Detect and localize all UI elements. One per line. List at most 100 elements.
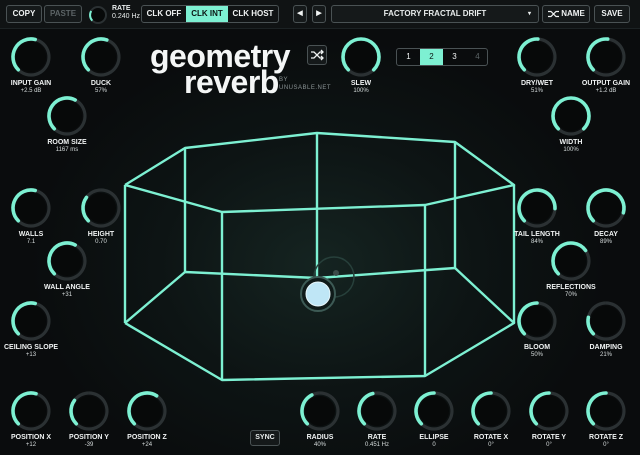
width-knob[interactable]: WIDTH 100% bbox=[541, 93, 601, 155]
input-gain-dial[interactable] bbox=[8, 34, 54, 80]
wall-angle-label: WALL ANGLE bbox=[44, 284, 90, 291]
rotate-z-dial[interactable] bbox=[583, 388, 629, 434]
rotate-z-knob[interactable]: ROTATE Z 0° bbox=[576, 388, 636, 450]
dry-wet-dial[interactable] bbox=[514, 34, 560, 80]
dry-wet-knob[interactable]: DRY/WET 51% bbox=[507, 34, 567, 96]
width-label: WIDTH bbox=[559, 139, 583, 146]
random-name-button[interactable]: NAME bbox=[542, 5, 590, 23]
knob-body bbox=[132, 396, 162, 426]
lfo-rate-label: RATE bbox=[112, 5, 131, 12]
knob-body bbox=[522, 42, 552, 72]
slew-knob[interactable]: SLEW 100% bbox=[331, 34, 391, 96]
knob-body bbox=[346, 42, 376, 72]
slew-dial[interactable] bbox=[338, 34, 384, 80]
width-value: 100% bbox=[563, 147, 579, 153]
preset-selector[interactable]: FACTORY FRACTAL DRIFT ▾ bbox=[331, 5, 539, 23]
position-z-knob[interactable]: POSITION Z +24 bbox=[117, 388, 177, 450]
damping-value: 21% bbox=[599, 352, 612, 358]
bloom-dial[interactable] bbox=[514, 298, 560, 344]
copy-button[interactable]: COPY bbox=[6, 5, 42, 23]
randomize-button[interactable] bbox=[307, 45, 327, 65]
duck-dial[interactable] bbox=[78, 34, 124, 80]
room-wireframe bbox=[123, 131, 516, 382]
output-gain-dial[interactable] bbox=[583, 34, 629, 80]
preset-name: FACTORY FRACTAL DRIFT bbox=[383, 9, 487, 18]
tab-1[interactable]: 1 bbox=[397, 49, 420, 65]
height-dial[interactable] bbox=[78, 185, 124, 231]
ceiling-slope-value: +13 bbox=[25, 352, 37, 358]
radius-dial[interactable] bbox=[297, 388, 343, 434]
reflections-dial[interactable] bbox=[548, 238, 594, 284]
position-x-dial[interactable] bbox=[8, 388, 54, 434]
room-size-dial[interactable] bbox=[44, 93, 90, 139]
knob-body bbox=[52, 246, 82, 276]
room-size-label: ROOM SIZE bbox=[47, 139, 87, 146]
input-gain-knob[interactable]: INPUT GAIN +2.5 dB bbox=[1, 34, 61, 96]
damping-dial[interactable] bbox=[583, 298, 629, 344]
knob-body bbox=[16, 42, 46, 72]
sync-button[interactable]: SYNC bbox=[250, 430, 280, 446]
width-dial[interactable] bbox=[548, 93, 594, 139]
ceiling-slope-label: CEILING SLOPE bbox=[3, 344, 59, 351]
ceiling-slope-dial[interactable] bbox=[8, 298, 54, 344]
ceiling-slope-knob[interactable]: CEILING SLOPE +13 bbox=[1, 298, 61, 360]
triangle-right-icon: ▶ bbox=[316, 10, 322, 17]
shuffle-icon bbox=[548, 10, 559, 18]
knob-body bbox=[16, 396, 46, 426]
knob-body bbox=[591, 193, 621, 223]
position-y-dial[interactable] bbox=[66, 388, 112, 434]
lfo-rate-knob[interactable] bbox=[88, 5, 108, 25]
position-z-value: +24 bbox=[141, 442, 153, 448]
chevron-down-icon: ▾ bbox=[527, 11, 531, 17]
bloom-knob[interactable]: BLOOM 50% bbox=[507, 298, 567, 360]
slew-label: SLEW bbox=[350, 80, 372, 87]
save-button[interactable]: SAVE bbox=[594, 5, 630, 23]
knob-body bbox=[86, 42, 116, 72]
knob-body bbox=[305, 396, 335, 426]
room-size-knob[interactable]: ROOM SIZE 1167 ms bbox=[37, 93, 97, 155]
knob-body bbox=[591, 306, 621, 336]
knob-body bbox=[591, 396, 621, 426]
lfo-rate-value: 0.240 Hz bbox=[112, 13, 141, 20]
decay-dial[interactable] bbox=[583, 185, 629, 231]
reflections-label: REFLECTIONS bbox=[546, 284, 596, 291]
dry-wet-label: DRY/WET bbox=[520, 80, 554, 87]
sound-source-handle[interactable] bbox=[305, 281, 331, 307]
knob-body bbox=[556, 246, 586, 276]
walls-dial[interactable] bbox=[8, 185, 54, 231]
room-size-value: 1167 ms bbox=[55, 147, 79, 153]
tab-2[interactable]: 2 bbox=[420, 49, 443, 65]
wall-angle-dial[interactable] bbox=[44, 238, 90, 284]
position-z-dial[interactable] bbox=[124, 388, 170, 434]
clock-off-button[interactable]: CLK OFF bbox=[142, 6, 186, 22]
rotate-z-value: 0° bbox=[603, 442, 609, 448]
reflections-knob[interactable]: REFLECTIONS 70% bbox=[541, 238, 601, 300]
tab-4[interactable]: 4 bbox=[466, 49, 487, 65]
next-preset-button[interactable]: ▶ bbox=[312, 5, 326, 23]
knob-body bbox=[16, 306, 46, 336]
output-gain-label: OUTPUT GAIN bbox=[581, 80, 631, 87]
wall-angle-knob[interactable]: WALL ANGLE +31 bbox=[37, 238, 97, 300]
top-toolbar: COPY PASTE RATE 0.240 Hz CLK OFF CLK INT… bbox=[0, 0, 640, 29]
knob-body bbox=[86, 193, 116, 223]
clock-internal-button[interactable]: CLK INT bbox=[186, 6, 228, 22]
rate-dial[interactable] bbox=[354, 388, 400, 434]
paste-button[interactable]: PASTE bbox=[44, 5, 82, 23]
lfo-rate-readout: RATE 0.240 Hz bbox=[112, 5, 140, 21]
damping-knob[interactable]: DAMPING 21% bbox=[576, 298, 636, 360]
random-icon bbox=[311, 49, 324, 61]
output-gain-knob[interactable]: OUTPUT GAIN +1.2 dB bbox=[576, 34, 636, 96]
knob-body bbox=[534, 396, 564, 426]
clock-host-button[interactable]: CLK HOST bbox=[228, 6, 278, 22]
rotate-y-dial[interactable] bbox=[526, 388, 572, 434]
duck-knob[interactable]: DUCK 57% bbox=[71, 34, 131, 96]
tail-length-dial[interactable] bbox=[514, 185, 560, 231]
rotate-z-label: ROTATE Z bbox=[589, 434, 623, 441]
ellipse-dial[interactable] bbox=[411, 388, 457, 434]
tab-3[interactable]: 3 bbox=[443, 49, 466, 65]
previous-preset-button[interactable]: ◀ bbox=[293, 5, 307, 23]
knob-body bbox=[591, 42, 621, 72]
rotate-x-dial[interactable] bbox=[468, 388, 514, 434]
clock-mode-selector: CLK OFF CLK INT CLK HOST bbox=[141, 5, 279, 23]
bloom-value: 50% bbox=[530, 352, 543, 358]
